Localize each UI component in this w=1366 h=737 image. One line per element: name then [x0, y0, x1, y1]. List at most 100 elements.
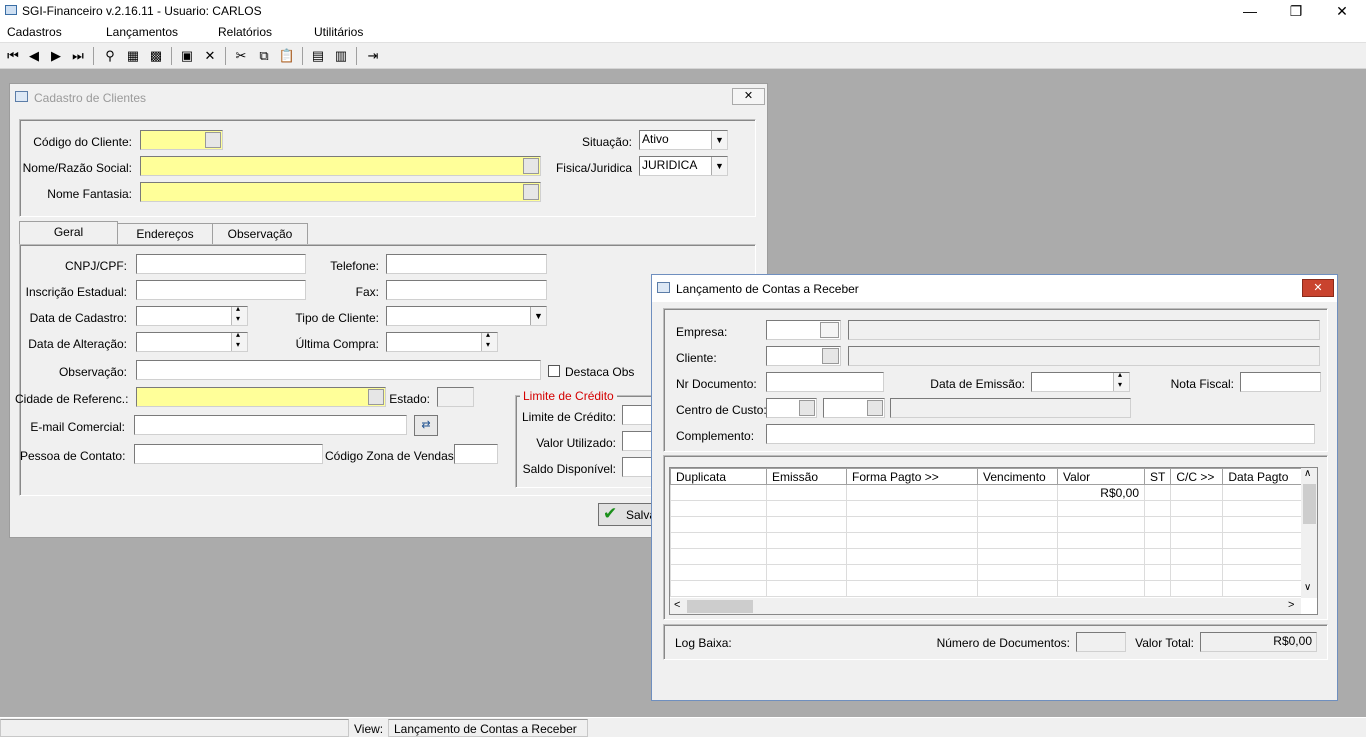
- receber-close-button[interactable]: ✕: [1302, 279, 1334, 297]
- close-button[interactable]: ✕: [1319, 0, 1365, 22]
- exit-icon[interactable]: ⇥: [363, 46, 383, 66]
- col-vencimento[interactable]: Vencimento: [977, 468, 1058, 485]
- prev-record-icon[interactable]: ◀: [24, 46, 44, 66]
- cidade-lookup-button[interactable]: [368, 389, 384, 405]
- chevron-down-icon[interactable]: ▼: [711, 131, 727, 149]
- minimize-button[interactable]: —: [1227, 0, 1273, 22]
- ie-field[interactable]: [136, 280, 306, 300]
- first-record-icon[interactable]: ⏮: [3, 46, 23, 66]
- date-spinner-icon[interactable]: [1113, 370, 1129, 391]
- clear-filter-icon[interactable]: ▩: [146, 46, 166, 66]
- fantasia-field[interactable]: [140, 182, 541, 202]
- situacao-select[interactable]: Ativo ▼: [639, 130, 728, 150]
- receber-title-bar: Lançamento de Contas a Receber ✕: [652, 275, 1337, 302]
- col-cc[interactable]: C/C >>: [1170, 468, 1224, 485]
- observacao-field[interactable]: [136, 360, 541, 380]
- fisica-select[interactable]: JURIDICA ▼: [639, 156, 728, 176]
- next-record-icon[interactable]: ▶: [46, 46, 66, 66]
- menu-lancamentos[interactable]: Lançamentos: [106, 25, 178, 39]
- cell-vencimento[interactable]: [977, 484, 1058, 501]
- empresa-field[interactable]: [766, 320, 841, 340]
- date-spinner-icon[interactable]: [231, 330, 247, 351]
- nota-fiscal-field[interactable]: [1240, 372, 1321, 392]
- contato-label: Pessoa de Contato:: [20, 449, 126, 463]
- maximize-button[interactable]: ❐: [1273, 0, 1319, 22]
- chevron-down-icon[interactable]: ▼: [711, 157, 727, 175]
- calendar-icon[interactable]: ▥: [331, 46, 351, 66]
- email-field[interactable]: [134, 415, 407, 435]
- horizontal-scrollbar[interactable]: < >: [670, 598, 1301, 614]
- delete-icon[interactable]: ✕: [200, 46, 220, 66]
- col-st[interactable]: ST: [1143, 468, 1172, 485]
- cidade-field[interactable]: [136, 387, 386, 407]
- search-icon[interactable]: ⚲: [100, 46, 120, 66]
- cell-duplicata[interactable]: [670, 484, 767, 501]
- menu-cadastros[interactable]: Cadastros: [7, 25, 62, 39]
- tab-geral[interactable]: Geral: [19, 221, 118, 245]
- toolbar: ⏮ ◀ ▶ ⏭ ⚲ ▦ ▩ ▣ ✕ ✂ ⧉ 📋 ▤ ▥ ⇥: [0, 43, 1366, 69]
- centro-custo-lookup-button[interactable]: [867, 400, 883, 416]
- centro-custo-field-2[interactable]: [823, 398, 885, 418]
- col-emissao[interactable]: Emissão: [766, 468, 847, 485]
- telefone-field[interactable]: [386, 254, 547, 274]
- nr-doc-field[interactable]: [766, 372, 884, 392]
- scroll-right-icon[interactable]: >: [1288, 599, 1294, 611]
- paste-icon[interactable]: 📋: [277, 46, 297, 66]
- copy-icon[interactable]: ⧉: [254, 46, 274, 66]
- cliente-field[interactable]: [766, 346, 841, 366]
- clientes-title-bar: Cadastro de Clientes ✕: [10, 84, 767, 109]
- cell-emissao[interactable]: [766, 484, 847, 501]
- contato-field[interactable]: [134, 444, 323, 464]
- centro-custo-field-1[interactable]: [766, 398, 817, 418]
- codigo-lookup-button[interactable]: [205, 132, 221, 148]
- cell-data-pagto[interactable]: [1222, 484, 1304, 501]
- codigo-field[interactable]: [140, 130, 223, 150]
- cell-forma-pagto[interactable]: [846, 484, 978, 501]
- ultima-compra-field[interactable]: [386, 330, 498, 352]
- cell-st[interactable]: [1143, 484, 1172, 501]
- col-duplicata[interactable]: Duplicata: [670, 468, 767, 485]
- nome-lookup-button[interactable]: [523, 158, 539, 174]
- filter-icon[interactable]: ▦: [123, 46, 143, 66]
- scroll-up-icon[interactable]: ∧: [1304, 468, 1311, 479]
- complemento-field[interactable]: [766, 424, 1315, 444]
- tab-observacao[interactable]: Observação: [213, 223, 308, 244]
- date-spinner-icon[interactable]: [481, 330, 497, 351]
- calculator-icon[interactable]: ▤: [308, 46, 328, 66]
- scroll-left-icon[interactable]: <: [674, 599, 680, 611]
- cnpj-field[interactable]: [136, 254, 306, 274]
- col-valor[interactable]: Valor: [1057, 468, 1145, 485]
- nome-field[interactable]: [140, 156, 541, 176]
- menu-relatorios[interactable]: Relatórios: [218, 25, 272, 39]
- save-icon[interactable]: ▣: [177, 46, 197, 66]
- col-forma-pagto[interactable]: Forma Pagto >>: [846, 468, 978, 485]
- cut-icon[interactable]: ✂: [231, 46, 251, 66]
- date-spinner-icon[interactable]: [231, 304, 247, 325]
- cliente-lookup-button[interactable]: [822, 348, 839, 364]
- empresa-lookup-button[interactable]: [820, 322, 839, 338]
- hscroll-thumb[interactable]: [687, 600, 753, 613]
- table-row[interactable]: R$0,00: [670, 484, 1304, 501]
- tab-enderecos[interactable]: Endereços: [118, 223, 213, 244]
- centro-custo-lookup-button[interactable]: [799, 400, 815, 416]
- chevron-down-icon[interactable]: ▼: [530, 307, 546, 325]
- fax-field[interactable]: [386, 280, 547, 300]
- destaca-obs-checkbox[interactable]: [548, 365, 560, 377]
- app-title: SGI-Financeiro v.2.16.11 - Usuario: CARL…: [22, 4, 262, 18]
- data-alteracao-field[interactable]: [136, 330, 248, 352]
- send-email-icon[interactable]: ⇄: [414, 415, 438, 436]
- data-emissao-field[interactable]: [1031, 370, 1130, 392]
- fantasia-lookup-button[interactable]: [523, 184, 539, 200]
- clientes-close-button[interactable]: ✕: [732, 88, 765, 105]
- zona-field[interactable]: [454, 444, 498, 464]
- col-data-pagto[interactable]: Data Pagto: [1222, 468, 1304, 485]
- last-record-icon[interactable]: ⏭: [68, 46, 88, 66]
- scroll-thumb[interactable]: [1303, 484, 1316, 524]
- menu-utilitarios[interactable]: Utilitários: [314, 25, 363, 39]
- scroll-down-icon[interactable]: ∨: [1304, 582, 1311, 593]
- cell-cc[interactable]: [1170, 484, 1224, 501]
- data-cadastro-field[interactable]: [136, 304, 248, 326]
- tipo-cliente-select[interactable]: ▼: [386, 306, 547, 326]
- vertical-scrollbar[interactable]: ∧ ∨: [1301, 468, 1317, 598]
- cell-valor[interactable]: R$0,00: [1057, 484, 1145, 501]
